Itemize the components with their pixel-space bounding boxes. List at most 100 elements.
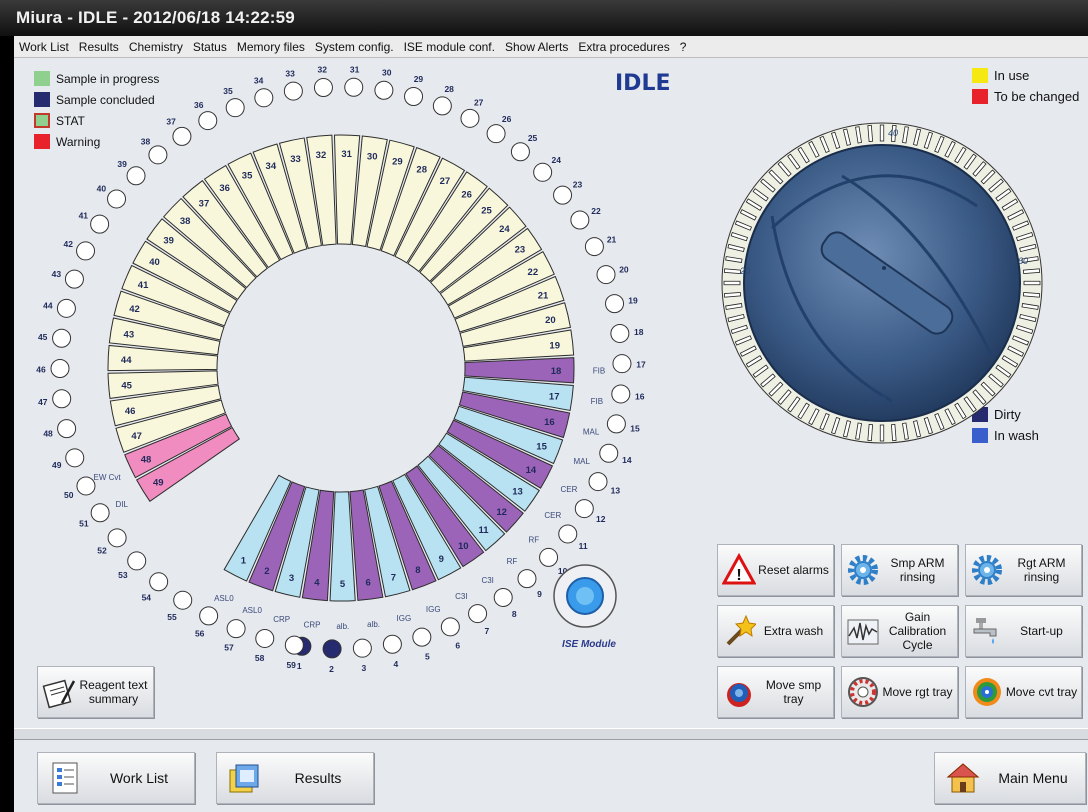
tray-slot-number: 35 xyxy=(242,171,253,182)
tray-position-4[interactable]: 4 xyxy=(382,634,402,669)
tray-position-45[interactable]: 45 xyxy=(38,328,72,348)
tray-position-13[interactable]: 13 xyxy=(588,472,620,496)
smp-arm-rinsing-button[interactable]: Smp ARM rinsing xyxy=(841,544,958,596)
tray-position-15[interactable]: 15 xyxy=(606,414,640,434)
tray-position-28[interactable]: 28 xyxy=(432,84,454,116)
tray-position-22[interactable]: 22 xyxy=(570,206,601,230)
gain-calibration-cycle-button[interactable]: Gain Calibration Cycle xyxy=(841,605,958,657)
menu-status[interactable]: Status xyxy=(188,36,232,57)
tray-slot-label: CRP xyxy=(304,620,321,629)
tray-position-58[interactable]: 58 xyxy=(255,628,275,663)
tray-position-19[interactable]: 19 xyxy=(605,294,638,314)
reagent-text-summary-button[interactable]: Reagent text summary xyxy=(37,666,154,718)
tray-position-50[interactable]: 50 xyxy=(64,476,96,500)
tray-position-44[interactable]: 44 xyxy=(43,298,76,318)
tray-position-56[interactable]: 56 xyxy=(195,606,219,639)
tray-position-number: 15 xyxy=(630,424,640,434)
tray-position-41[interactable]: 41 xyxy=(79,210,110,234)
cuvette-rotor[interactable]: 40 60 20 1 80 xyxy=(712,116,1052,456)
tray-position-number: 4 xyxy=(394,659,399,669)
tray-position-7[interactable]: 7 xyxy=(468,604,490,637)
tray-position-14[interactable]: 14 xyxy=(599,443,632,465)
tray-position-53[interactable]: 53 xyxy=(118,551,147,580)
tray-position-51[interactable]: 51 xyxy=(79,503,110,529)
move-smp-tray-button[interactable]: Move smp tray xyxy=(717,666,834,718)
warning-icon: ! xyxy=(722,553,756,585)
tray-position-10[interactable]: 10 xyxy=(539,547,568,576)
move-rgt-tray-button[interactable]: Move rgt tray xyxy=(841,666,958,718)
menu-ise-module-conf[interactable]: ISE module conf. xyxy=(399,36,500,57)
tray-position-49[interactable]: 49 xyxy=(52,448,85,470)
ise-module[interactable]: ISE Module xyxy=(553,564,617,650)
tray-position-3[interactable]: 3 xyxy=(352,638,372,673)
reagent-tray[interactable]: 1 ASL0 2 ASL0 3 CRP 4 CRP 5 alb. 6 alb. 7 IGG 8 IGG 9 C3I… xyxy=(14,58,654,678)
tray-position-number: 55 xyxy=(167,612,177,622)
tray-position-24[interactable]: 24 xyxy=(533,155,562,182)
tray-position-38[interactable]: 38 xyxy=(141,136,168,165)
move-cvt-tray-button[interactable]: Move cvt tray xyxy=(965,666,1082,718)
tray-position-46[interactable]: 46 xyxy=(36,358,70,378)
tray-position-25[interactable]: 25 xyxy=(510,133,538,162)
rgt-arm-rinsing-button[interactable]: Rgt ARM rinsing xyxy=(965,544,1082,596)
tray-position-52[interactable]: 52 xyxy=(97,528,127,555)
tray-position-2[interactable]: 2 xyxy=(322,639,342,674)
start-up-button[interactable]: Start-up xyxy=(965,605,1082,657)
work-list-button[interactable]: Work List xyxy=(37,752,195,804)
tray-position-circle xyxy=(574,499,594,519)
tray-position-circle xyxy=(553,185,573,205)
tray-position-34[interactable]: 34 xyxy=(254,76,274,108)
tray-position-42[interactable]: 42 xyxy=(64,239,96,261)
tray-position-29[interactable]: 29 xyxy=(404,74,424,107)
tray-position-27[interactable]: 27 xyxy=(460,97,484,128)
tray-position-36[interactable]: 36 xyxy=(194,100,218,131)
menu-help[interactable]: ? xyxy=(675,36,692,57)
tray-position-8[interactable]: 8 xyxy=(493,587,517,619)
tray-position-11[interactable]: 11 xyxy=(558,524,588,551)
main-menu-button[interactable]: Main Menu xyxy=(934,752,1086,804)
tray-position-55[interactable]: 55 xyxy=(167,590,193,622)
tray-position-39[interactable]: 39 xyxy=(117,159,146,186)
tray-position-12[interactable]: 12 xyxy=(574,499,606,525)
tray-position-circle xyxy=(52,328,72,348)
tray-position-43[interactable]: 43 xyxy=(52,269,84,289)
menu-work-list[interactable]: Work List xyxy=(14,36,74,57)
menu-memory-files[interactable]: Memory files xyxy=(232,36,310,57)
tray-position-17[interactable]: 17 xyxy=(612,354,646,374)
menu-system-config[interactable]: System config. xyxy=(310,36,399,57)
tray-position-40[interactable]: 40 xyxy=(97,184,127,209)
tray-position-23[interactable]: 23 xyxy=(553,179,583,205)
tray-position-circle xyxy=(539,547,559,567)
extra-wash-button[interactable]: Extra wash xyxy=(717,605,834,657)
tray-position-number: 57 xyxy=(224,642,234,652)
tray-position-number: 51 xyxy=(79,519,89,529)
tray-position-26[interactable]: 26 xyxy=(486,114,512,144)
menu-extra-procedures[interactable]: Extra procedures xyxy=(573,36,674,57)
tray-position-5[interactable]: 5 xyxy=(412,627,432,661)
tray-position-57[interactable]: 57 xyxy=(224,619,246,653)
tray-position-number: 58 xyxy=(255,653,265,663)
reset-alarms-button[interactable]: ! Reset alarms xyxy=(717,544,834,596)
tray-position-21[interactable]: 21 xyxy=(584,234,617,257)
menu-chemistry[interactable]: Chemistry xyxy=(124,36,188,57)
tray-position-35[interactable]: 35 xyxy=(223,86,245,118)
tray-position-6[interactable]: 6 xyxy=(440,617,460,651)
menu-show-alerts[interactable]: Show Alerts xyxy=(500,36,573,57)
tray-position-54[interactable]: 54 xyxy=(142,572,169,602)
tray-position-18[interactable]: 18 xyxy=(610,323,644,343)
tray-position-30[interactable]: 30 xyxy=(374,68,394,100)
tray-position-33[interactable]: 33 xyxy=(283,68,303,101)
menu-results[interactable]: Results xyxy=(74,36,124,57)
tray-position-37[interactable]: 37 xyxy=(166,117,192,146)
tray-position-32[interactable]: 32 xyxy=(313,65,333,98)
results-button[interactable]: Results xyxy=(216,752,374,804)
tray-position-16[interactable]: 16 xyxy=(611,384,645,404)
tray-position-48[interactable]: 48 xyxy=(43,419,77,439)
tray-slot-number: 3 xyxy=(289,573,294,584)
tray-position-47[interactable]: 47 xyxy=(38,389,72,409)
tray-position-31[interactable]: 31 xyxy=(344,64,364,97)
tray-position-9[interactable]: 9 xyxy=(517,569,542,599)
tray-position-circle xyxy=(76,476,96,496)
tray-position-number: 5 xyxy=(425,651,430,661)
tray-position-20[interactable]: 20 xyxy=(596,264,629,285)
button-label: Start-up xyxy=(1020,624,1063,638)
